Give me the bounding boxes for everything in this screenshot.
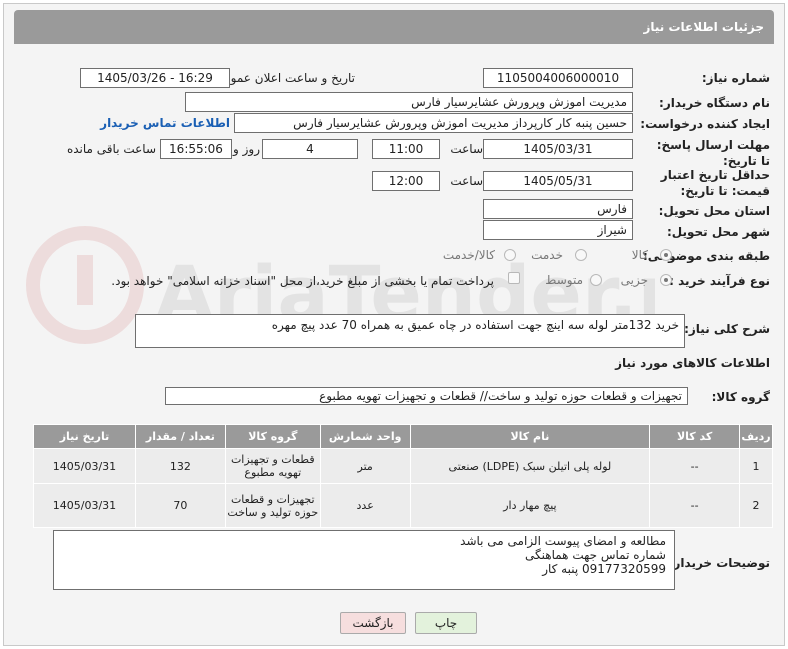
need-number-label: شماره نیاز: bbox=[701, 71, 770, 85]
cell-name: پیچ مهار دار bbox=[409, 483, 651, 528]
time-remaining-label: ساعت باقی مانده bbox=[66, 142, 156, 156]
process-option-medium: متوسط bbox=[545, 273, 583, 287]
treasury-payment-checkbox[interactable] bbox=[508, 272, 520, 284]
process-radio-minor[interactable] bbox=[660, 274, 672, 286]
days-remaining-field: 4 bbox=[262, 139, 358, 159]
goods-table: ردیف کد کالا نام کالا واحد شمارش گروه کا… bbox=[33, 424, 773, 528]
back-button[interactable]: بازگشت bbox=[340, 612, 406, 634]
col-date: تاریخ نیاز bbox=[33, 424, 136, 449]
deadline-label: مهلت ارسال پاسخ: تا تاریخ: bbox=[656, 138, 770, 168]
validity-time-field: 12:00 bbox=[372, 171, 440, 191]
time-remaining-field: 16:55:06 bbox=[160, 139, 232, 159]
validity-time-label: ساعت bbox=[450, 174, 483, 188]
goods-table-header: ردیف کد کالا نام کالا واحد شمارش گروه کا… bbox=[33, 424, 773, 449]
print-button[interactable]: چاپ bbox=[415, 612, 477, 634]
validity-label: حداقل تاریخ اعتبار قیمت: تا تاریخ: bbox=[660, 168, 770, 198]
requester-label: ایجاد کننده درخواست: bbox=[640, 117, 770, 131]
category-radio-service[interactable] bbox=[575, 249, 587, 261]
cell-row: 1 bbox=[739, 448, 773, 484]
cell-date: 1405/03/31 bbox=[33, 448, 136, 484]
col-row: ردیف bbox=[739, 424, 773, 449]
cell-group: تجهیزات و قطعات حوزه تولید و ساخت bbox=[224, 483, 321, 528]
buyer-notes-line: شماره تماس جهت هماهنگی bbox=[525, 548, 666, 562]
treasury-payment-note: پرداخت تمام یا بخشی از مبلغ خرید،از محل … bbox=[111, 274, 494, 288]
goods-group-field: تجهیزات و قطعات حوزه تولید و ساخت// قطعا… bbox=[165, 387, 688, 405]
cell-date: 1405/03/31 bbox=[33, 483, 136, 528]
need-number-field: 1105004006000010 bbox=[483, 68, 633, 88]
city-label: شهر محل تحویل: bbox=[666, 225, 770, 239]
category-radio-goods[interactable] bbox=[660, 249, 672, 261]
requester-field: حسین پنبه کار کارپرداز مدیریت اموزش وپرو… bbox=[234, 113, 633, 133]
buyer-contact-link[interactable]: اطلاعات تماس خریدار bbox=[100, 116, 230, 130]
announce-field: 1405/03/26 - 16:29 bbox=[80, 68, 230, 88]
cell-name: لوله پلی اتیلن سبک (LDPE) صنعتی bbox=[409, 448, 651, 484]
goods-group-label: گروه کالا: bbox=[711, 390, 770, 404]
table-row: 1 -- لوله پلی اتیلن سبک (LDPE) صنعتی متر… bbox=[33, 448, 773, 484]
category-radio-goods-service[interactable] bbox=[504, 249, 516, 261]
process-label: نوع فرآیند خرید : bbox=[669, 274, 770, 288]
description-textarea[interactable]: خرید 132متر لوله سه اینچ جهت استفاده در … bbox=[135, 314, 685, 348]
buyer-notes-line: 09177320599 پنبه کار bbox=[542, 562, 666, 576]
category-option-service: خدمت bbox=[531, 248, 563, 262]
validity-date-field: 1405/05/31 bbox=[483, 171, 633, 191]
cell-group: قطعات و تجهیزات تهویه مطبوع bbox=[224, 448, 321, 484]
buyer-org-field: مدیریت اموزش وپرورش عشایرسیار فارس bbox=[185, 92, 633, 112]
deadline-time-label: ساعت bbox=[450, 142, 483, 156]
province-field: فارس bbox=[483, 199, 633, 219]
buyer-notes-textarea[interactable]: مطالعه و امضای پیوست الزامی می باشد شمار… bbox=[53, 530, 675, 590]
announce-label: تاریخ و ساعت اعلان عمومی: bbox=[210, 71, 355, 85]
category-option-goods-service: کالا/خدمت bbox=[442, 248, 495, 262]
cell-row: 2 bbox=[739, 483, 773, 528]
city-field: شیراز bbox=[483, 220, 633, 240]
col-group: گروه کالا bbox=[224, 424, 321, 449]
buyer-notes-label: توضیحات خریدار: bbox=[668, 556, 770, 570]
col-code: کد کالا bbox=[649, 424, 741, 449]
cell-qty: 132 bbox=[134, 448, 226, 484]
cell-code: -- bbox=[649, 483, 741, 528]
buyer-notes-line: مطالعه و امضای پیوست الزامی می باشد bbox=[460, 534, 666, 548]
page-title: جزئیات اطلاعات نیاز bbox=[14, 10, 774, 44]
buyer-org-label: نام دستگاه خریدار: bbox=[659, 96, 770, 110]
deadline-time-field: 11:00 bbox=[372, 139, 440, 159]
province-label: استان محل تحویل: bbox=[658, 204, 770, 218]
days-label: روز و bbox=[233, 142, 260, 156]
goods-section-title: اطلاعات کالاهای مورد نیاز bbox=[615, 356, 770, 370]
deadline-date-field: 1405/03/31 bbox=[483, 139, 633, 159]
table-row: 2 -- پیچ مهار دار عدد تجهیزات و قطعات حو… bbox=[33, 483, 773, 528]
col-qty: تعداد / مقدار bbox=[134, 424, 226, 449]
category-option-goods: کالا bbox=[631, 248, 648, 262]
cell-unit: عدد bbox=[319, 483, 411, 528]
cell-qty: 70 bbox=[134, 483, 226, 528]
cell-unit: متر bbox=[319, 448, 411, 484]
cell-code: -- bbox=[649, 448, 741, 484]
process-option-minor: جزیی bbox=[620, 273, 648, 287]
process-radio-medium[interactable] bbox=[590, 274, 602, 286]
col-unit: واحد شمارش bbox=[319, 424, 411, 449]
description-label: شرح کلی نیاز: bbox=[684, 322, 770, 336]
col-name: نام کالا bbox=[409, 424, 651, 449]
